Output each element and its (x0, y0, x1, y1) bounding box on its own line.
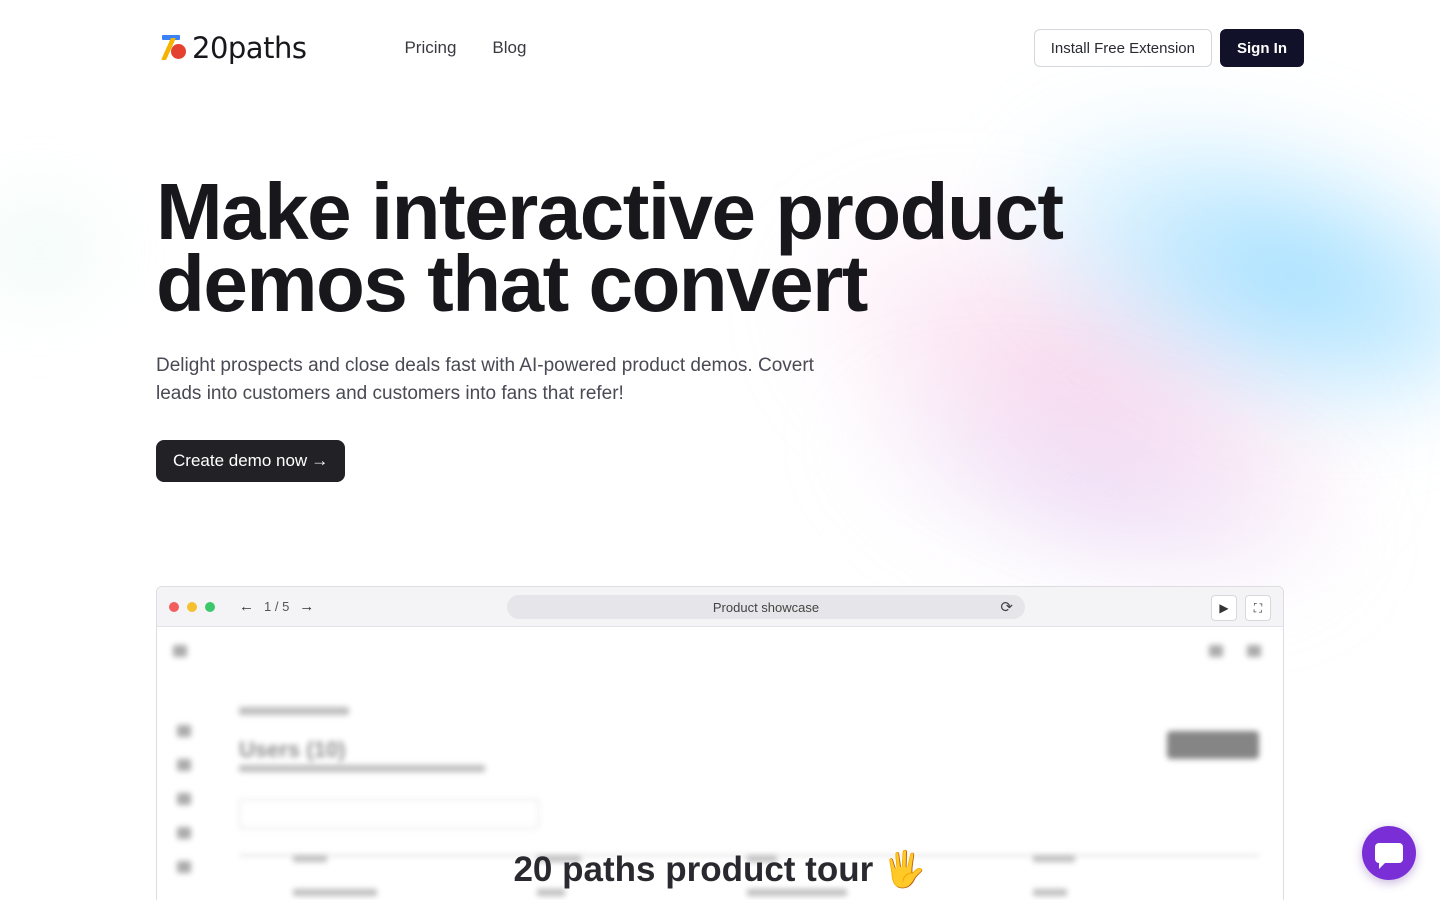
toolbar-icon (1209, 645, 1223, 657)
hero-title: Make interactive product demos that conv… (156, 172, 1116, 324)
toolbar-icon (1247, 645, 1261, 657)
logo-icon (156, 32, 188, 64)
nav-link-blog[interactable]: Blog (492, 38, 526, 58)
browser-actions: ▶ ⛶ (1211, 595, 1271, 621)
chat-icon[interactable] (1362, 826, 1416, 880)
sidebar-icon (177, 725, 191, 737)
arrow-right-icon: → (311, 451, 329, 470)
product-tour-title: 20 paths product tour 🖐 (513, 850, 927, 889)
chat-bubble-glyph (1375, 843, 1403, 869)
nav-link-pricing[interactable]: Pricing (404, 38, 456, 58)
background-glow-left (0, 190, 120, 310)
hero-subtitle: Delight prospects and close deals fast w… (156, 352, 856, 408)
table-cell (747, 889, 847, 896)
blurred-page-title: Users (10) (239, 737, 346, 762)
create-demo-button[interactable]: Create demo now → (156, 440, 346, 482)
install-extension-button[interactable]: Install Free Extension (1033, 29, 1212, 67)
add-user-button (1167, 731, 1259, 759)
logo[interactable]: 20paths (156, 31, 307, 65)
site-header: 20paths Pricing Blog Install Free Extens… (156, 29, 1304, 67)
fullscreen-icon[interactable]: ⛶ (1245, 595, 1271, 621)
demo-step-nav: ← 1 / 5 → (239, 598, 314, 615)
breadcrumb (239, 707, 349, 715)
address-text: Product showcase (712, 599, 820, 615)
minimize-dot-icon (187, 601, 197, 612)
page-counter: 1 / 5 (264, 599, 290, 614)
maximize-dot-icon (205, 601, 215, 612)
table-cell (1033, 889, 1067, 896)
address-bar: Product showcase ⟳ (507, 595, 1025, 619)
reload-icon[interactable]: ⟳ (1000, 598, 1013, 616)
header-actions: Install Free Extension Sign In (1033, 29, 1304, 67)
close-dot-icon (169, 601, 179, 612)
hero-title-line-2: demos that convert (156, 239, 868, 328)
create-demo-label: Create demo now (173, 451, 308, 470)
browser-toolbar: ← 1 / 5 → Product showcase ⟳ ▶ ⛶ (157, 587, 1283, 627)
forward-arrow-icon[interactable]: → (299, 598, 314, 615)
page-description (239, 765, 485, 772)
menu-icon (173, 645, 187, 657)
sidebar-icon (177, 827, 191, 839)
play-icon[interactable]: ▶ (1211, 595, 1237, 621)
sign-in-button[interactable]: Sign In (1220, 29, 1304, 67)
sidebar-icon (177, 793, 191, 805)
main-nav: Pricing Blog (404, 38, 526, 58)
table-cell (537, 889, 565, 896)
window-controls (169, 601, 215, 612)
back-arrow-icon[interactable]: ← (239, 598, 254, 615)
logo-text: 20paths (192, 31, 307, 65)
sidebar-icon (177, 759, 191, 771)
table-cell (293, 889, 377, 896)
hero-subtitle-line-2: leads into customers and customers into … (156, 383, 624, 404)
demo-preview[interactable]: Users (10) 20 paths product tour 🖐 (157, 627, 1283, 900)
hero-subtitle-line-1: Delight prospects and close deals fast w… (156, 355, 814, 376)
demo-browser-frame: ← 1 / 5 → Product showcase ⟳ ▶ ⛶ Users (… (156, 586, 1284, 900)
search-input (239, 799, 539, 829)
